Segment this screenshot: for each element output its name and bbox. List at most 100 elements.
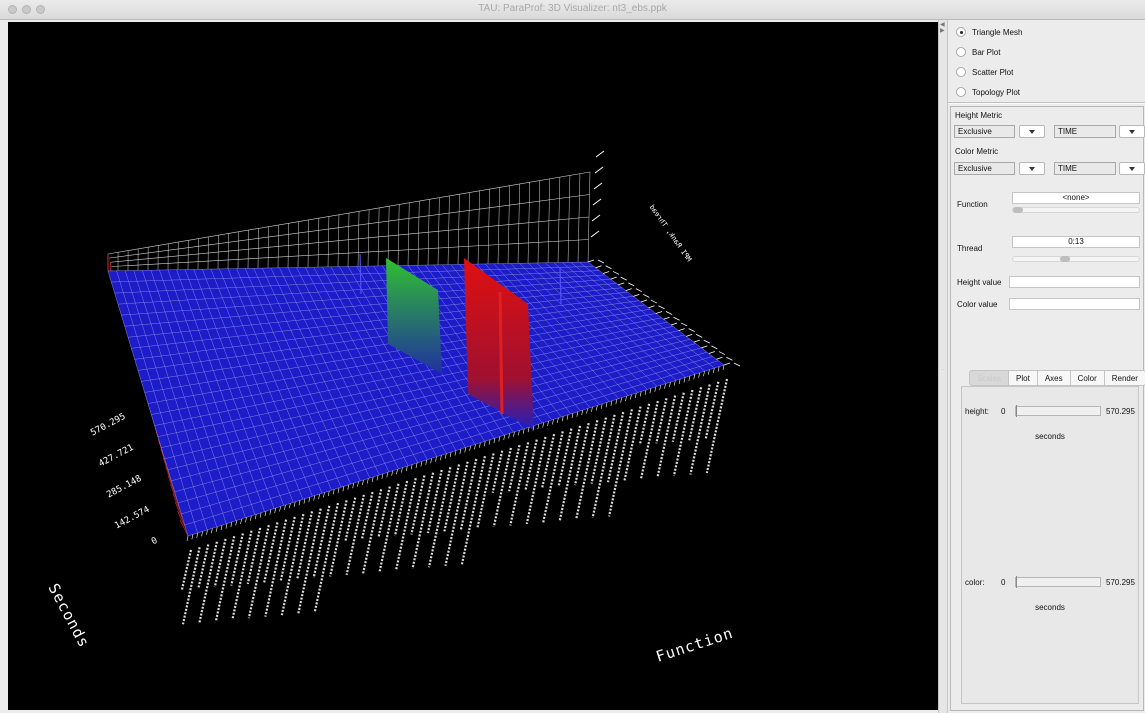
thread-tick [587,259,595,263]
wall-tick [590,230,600,238]
height-value-type-dropdown-button[interactable] [1019,125,1045,138]
function-tick [410,464,413,470]
function-tick [274,507,277,514]
function-tick [454,450,457,456]
height-metric-label: Height Metric [955,111,1003,120]
function-tick-label [181,547,201,625]
function-tick [381,473,384,479]
window-title: TAU: ParaProf: 3D Visualizer: nt3_ebs.pp… [478,3,667,14]
thread-tick-label [612,271,620,275]
thread-tick [595,265,602,269]
function-tick [693,374,696,380]
height-scale-label: height: [965,407,990,416]
collapse-right-arrow[interactable]: ▶ [940,28,945,34]
function-tick [688,375,691,381]
function-tick [469,445,471,451]
thread-tick-label [673,316,680,321]
function-tick [435,456,437,462]
function-tick [483,441,486,447]
function-label: Function [957,200,988,209]
radio-button[interactable] [956,87,966,97]
function-tick [371,476,374,482]
color-value-type-select[interactable]: Exclusive [954,162,1015,175]
height-metric-dropdown-button[interactable] [1119,125,1145,138]
mesh-peak [498,291,504,415]
function-tick [391,470,393,476]
function-tick [722,364,725,371]
mesh-plot[interactable]: 0 142.574 285.148 427.721 570.295 Seconds Fu… [8,22,938,710]
wall-tick [593,182,603,190]
function-tick [557,417,559,423]
color-metric-select[interactable]: TIME [1054,162,1116,175]
radio-button[interactable] [956,47,966,57]
function-tick [196,532,199,538]
height-scale-range[interactable] [1015,405,1101,417]
function-tick [284,504,286,510]
height-metric-select[interactable]: TIME [1054,125,1116,138]
back-wall-line [107,194,590,259]
function-tick [586,408,588,414]
separator [948,102,1145,104]
color-metric-label: Color Metric [955,147,999,156]
thread-tick-label [628,282,635,287]
function-tick [508,433,510,439]
function-tick-label [704,381,720,439]
height-value-field[interactable] [1009,276,1140,288]
function-slider[interactable] [1012,207,1140,213]
tab-plot[interactable]: Plot [1009,370,1038,386]
function-tick [683,377,686,383]
radio-scatter-plot[interactable]: Scatter Plot [956,64,1013,80]
radio-button[interactable] [956,67,966,77]
function-tick-label [638,403,651,446]
function-tick [522,428,525,434]
radio-label: Triangle Mesh [972,27,1023,37]
function-tick-label [378,483,400,573]
function-tick [430,458,432,464]
function-slider-knob[interactable] [1013,207,1023,213]
height-scale-unit: seconds [1035,432,1065,441]
panel-splitter[interactable]: ◀ ▶ · [938,20,948,713]
function-field[interactable]: <none> [1012,192,1140,204]
function-tick [357,481,359,487]
function-tick [230,521,233,528]
tab-axes[interactable]: Axes [1037,370,1071,386]
function-tick [323,492,325,498]
thread-tick-label [605,265,612,270]
function-tick-label [263,522,279,583]
wall-tick [594,166,604,174]
tab-scales[interactable]: Scales [969,370,1010,386]
radio-topology-plot[interactable]: Topology Plot [956,84,1020,100]
thread-field[interactable]: 0:13 [1012,236,1140,248]
function-tick [328,490,330,496]
function-tick-label [509,442,530,526]
color-value-type-dropdown-button[interactable] [1019,162,1045,175]
function-tick [552,419,554,425]
thread-axis-title: MPI Rank, Thread [648,203,693,263]
function-tick [625,396,627,402]
back-wall-line [107,171,591,255]
function-tick [308,497,311,503]
thread-tick [686,334,693,337]
function-tick [644,389,647,395]
tab-color[interactable]: Color [1070,370,1105,386]
thread-tick-label [658,305,665,310]
visualization-3d-canvas[interactable]: 0 142.574 285.148 427.721 570.295 Seconds Fu… [8,22,938,710]
function-tick [342,486,345,492]
color-scale-range[interactable] [1015,576,1101,588]
thread-tick-label [620,276,627,281]
radio-button[interactable] [956,27,966,37]
color-value-field[interactable] [1009,298,1140,310]
scales-tab-panel: height: 0 570.295 seconds color: 0 570.2… [961,386,1139,704]
height-value-type-select[interactable]: Exclusive [954,125,1015,138]
function-tick [366,478,369,484]
thread-slider[interactable] [1012,256,1140,262]
function-tick [630,394,632,400]
radio-bar-plot[interactable]: Bar Plot [956,44,1000,60]
color-metric-dropdown-button[interactable] [1119,162,1145,175]
tab-render[interactable]: Render [1104,370,1145,386]
radio-triangle-mesh[interactable]: Triangle Mesh [956,24,1022,40]
color-value-label: Color value [957,300,998,309]
function-tick [493,438,496,444]
thread-slider-knob[interactable] [1060,256,1070,262]
window-titlebar: TAU: ParaProf: 3D Visualizer: nt3_ebs.pp… [0,0,1145,20]
